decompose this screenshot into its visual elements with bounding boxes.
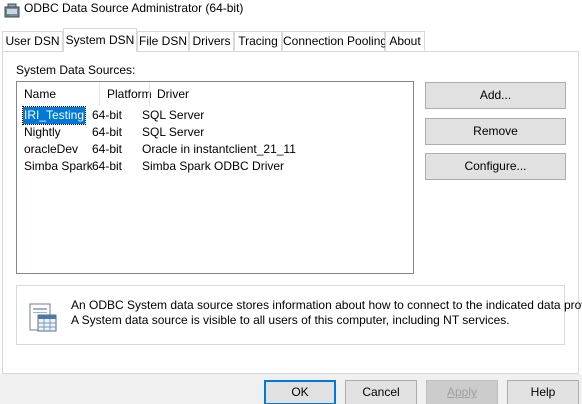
dsn-platform: 64-bit [92,125,123,139]
dsn-platform: 64-bit [92,108,123,122]
help-button[interactable]: Help [507,380,579,404]
odbc-app-icon [4,3,20,18]
system-data-sources-list[interactable]: Name Platform Driver IRI_Testing 64-bit … [16,81,414,274]
ok-button[interactable]: OK [264,380,336,404]
dsn-driver: SQL Server [142,125,205,139]
list-item[interactable]: oracleDev 64-bit Oracle in instantclient… [17,141,413,158]
cancel-button[interactable]: Cancel [345,380,417,404]
system-data-sources-label: System Data Sources: [16,63,136,77]
dsn-driver: SQL Server [142,108,205,122]
info-text-line-2: A System data source is visible to all u… [71,313,510,327]
column-header-name[interactable]: Name [17,82,99,106]
tab-drivers[interactable]: Drivers [189,31,234,52]
tab-strip: User DSN System DSN File DSN Drivers Tra… [0,28,582,52]
list-item[interactable]: Simba Spark 64-bit Simba Spark ODBC Driv… [17,158,413,175]
dsn-driver: Simba Spark ODBC Driver [142,159,285,173]
dsn-name: Nightly [24,125,61,139]
info-text-line-1: An ODBC System data source stores inform… [71,298,582,312]
info-box: An ODBC System data source stores inform… [16,285,582,345]
dsn-platform: 64-bit [92,159,123,173]
tab-tracing[interactable]: Tracing [234,31,282,52]
add-button[interactable]: Add... [425,82,566,109]
dsn-driver: Oracle in instantclient_21_11 [142,142,296,156]
column-header-driver[interactable]: Driver [149,82,413,106]
list-item[interactable]: Nightly 64-bit SQL Server [17,124,413,141]
tab-connection-pooling[interactable]: Connection Pooling [282,31,387,52]
dsn-platform: 64-bit [92,142,123,156]
list-item[interactable]: IRI_Testing 64-bit SQL Server [17,106,413,125]
remove-button[interactable]: Remove [425,118,566,145]
title-bar: ODBC Data Source Administrator (64-bit) [0,0,582,26]
configure-button[interactable]: Configure... [425,153,566,180]
window-title: ODBC Data Source Administrator (64-bit) [24,1,244,15]
tab-system-dsn[interactable]: System DSN [63,28,137,52]
list-header: Name Platform Driver [17,82,413,106]
dsn-name: IRI_Testing [21,106,87,125]
tab-user-dsn[interactable]: User DSN [2,31,63,52]
column-header-platform[interactable]: Platform [99,82,152,106]
data-source-info-icon [29,303,57,332]
tab-about[interactable]: About [385,31,425,52]
tab-file-dsn[interactable]: File DSN [137,31,189,52]
apply-button[interactable]: Apply [426,380,498,404]
dsn-name: Simba Spark [24,159,93,173]
dsn-name: oracleDev [24,142,79,156]
